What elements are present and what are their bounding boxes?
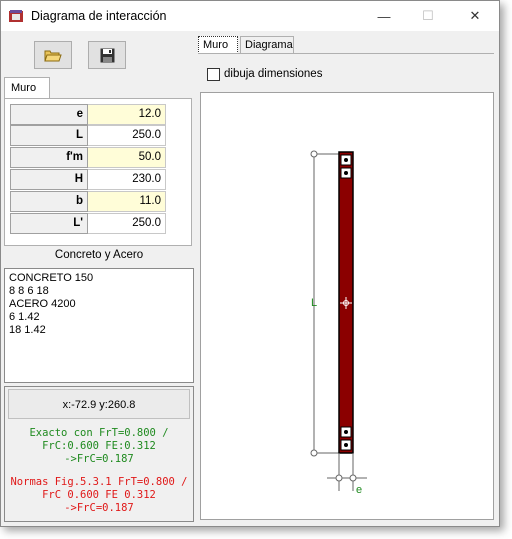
prop-value-e[interactable]: 12.0 bbox=[88, 104, 166, 125]
save-button[interactable] bbox=[88, 41, 126, 69]
tab-muro[interactable]: Muro bbox=[198, 36, 238, 54]
close-button[interactable]: ✕ bbox=[452, 1, 498, 31]
rebar-dot bbox=[344, 430, 348, 434]
open-button[interactable] bbox=[34, 41, 72, 69]
exact-line: FrC:0.600 FE:0.312 bbox=[42, 440, 156, 452]
norms-line: FrC 0.600 FE 0.312 bbox=[42, 489, 156, 501]
material-line: 8 8 6 18 bbox=[9, 285, 49, 297]
norms-line: ->FrC=0.187 bbox=[64, 502, 134, 514]
norms-result: Normas Fig.5.3.1 FrT=0.800 / FrC 0.600 F… bbox=[5, 476, 193, 515]
wall-drawing: L e bbox=[310, 150, 367, 496]
prop-value-fm[interactable]: 50.0 bbox=[88, 147, 166, 168]
material-line: 6 1.42 bbox=[9, 311, 40, 323]
minimize-icon: — bbox=[377, 8, 391, 24]
maximize-button[interactable]: ☐ bbox=[405, 1, 451, 31]
prop-label: L bbox=[10, 125, 88, 146]
rebar-dot bbox=[344, 443, 348, 447]
prop-label: b bbox=[10, 191, 88, 212]
length-dim-node-top bbox=[310, 150, 318, 158]
materials-title: Concreto y Acero bbox=[54, 249, 144, 261]
drawing-canvas[interactable]: L e bbox=[200, 92, 494, 520]
prop-label: f'm bbox=[10, 147, 88, 168]
prop-label: e bbox=[10, 104, 88, 125]
right-panel: Muro Diagrama dibuja dimensiones L e bbox=[198, 34, 497, 522]
prop-value-b[interactable]: 11.0 bbox=[88, 191, 166, 212]
app-icon bbox=[9, 10, 23, 22]
dimensions-checkbox-row[interactable]: dibuja dimensiones bbox=[207, 66, 322, 82]
prop-value-l[interactable]: 250.0 bbox=[88, 125, 166, 146]
material-line: ACERO 4200 bbox=[9, 298, 76, 310]
length-dim-node-bottom bbox=[310, 449, 318, 457]
exact-line: ->FrC=0.187 bbox=[64, 453, 134, 465]
prop-row-h: H 230.0 bbox=[10, 169, 166, 190]
minimize-button[interactable]: — bbox=[361, 1, 407, 31]
prop-value-h[interactable]: 230.0 bbox=[88, 169, 166, 190]
materials-textarea[interactable]: CONCRETO 150 8 8 6 18 ACERO 4200 6 1.42 … bbox=[4, 268, 194, 383]
close-icon: ✕ bbox=[469, 8, 481, 23]
width-dim-node-left bbox=[335, 474, 343, 482]
tab-muro-left[interactable]: Muro bbox=[4, 77, 50, 99]
properties-grid: e 12.0 L 250.0 f'm 50.0 H 230.0 b 11.0 L… bbox=[4, 98, 192, 246]
prop-value-lprime[interactable]: 250.0 bbox=[88, 213, 166, 234]
rebar-dot bbox=[344, 171, 348, 175]
prop-row-lprime: L' 250.0 bbox=[10, 213, 166, 234]
main-window: Diagrama de interacción — ☐ ✕ Muro e 12.… bbox=[0, 0, 500, 527]
exact-result: Exacto con FrT=0.800 / FrC:0.600 FE:0.31… bbox=[5, 427, 193, 466]
prop-label: L' bbox=[10, 213, 88, 234]
tab-diagrama[interactable]: Diagrama bbox=[240, 36, 294, 54]
dimensions-checkbox-label: dibuja dimensiones bbox=[224, 68, 323, 80]
prop-row-l: L 250.0 bbox=[10, 125, 166, 146]
maximize-icon: ☐ bbox=[422, 8, 434, 23]
status-panel: x:-72.9 y:260.8 Exacto con FrT=0.800 / F… bbox=[4, 386, 194, 522]
exact-line: Exacto con FrT=0.800 / bbox=[29, 427, 169, 439]
dimensions-checkbox[interactable] bbox=[207, 67, 220, 81]
title-bar: Diagrama de interacción — ☐ ✕ bbox=[1, 1, 499, 31]
prop-row-e: e 12.0 bbox=[10, 104, 166, 125]
left-panel: Muro e 12.0 L 250.0 f'm 50.0 H 230.0 b 1… bbox=[4, 34, 196, 522]
tab-divider bbox=[198, 53, 494, 54]
width-dim-node-right bbox=[349, 474, 357, 482]
prop-label: H bbox=[10, 169, 88, 190]
prop-row-fm: f'm 50.0 bbox=[10, 147, 166, 168]
material-line: CONCRETO 150 bbox=[9, 272, 94, 284]
window-title: Diagrama de interacción bbox=[31, 9, 167, 23]
coords-readout: x:-72.9 y:260.8 bbox=[8, 389, 190, 419]
norms-line: Normas Fig.5.3.1 FrT=0.800 / bbox=[10, 476, 188, 488]
floppy-save-icon bbox=[100, 48, 114, 62]
material-line: 18 1.42 bbox=[9, 324, 46, 336]
rebar-dot bbox=[344, 158, 348, 162]
length-label: L bbox=[311, 297, 317, 309]
width-label: e bbox=[356, 484, 362, 496]
folder-open-icon bbox=[44, 50, 62, 61]
prop-row-b: b 11.0 bbox=[10, 191, 166, 212]
